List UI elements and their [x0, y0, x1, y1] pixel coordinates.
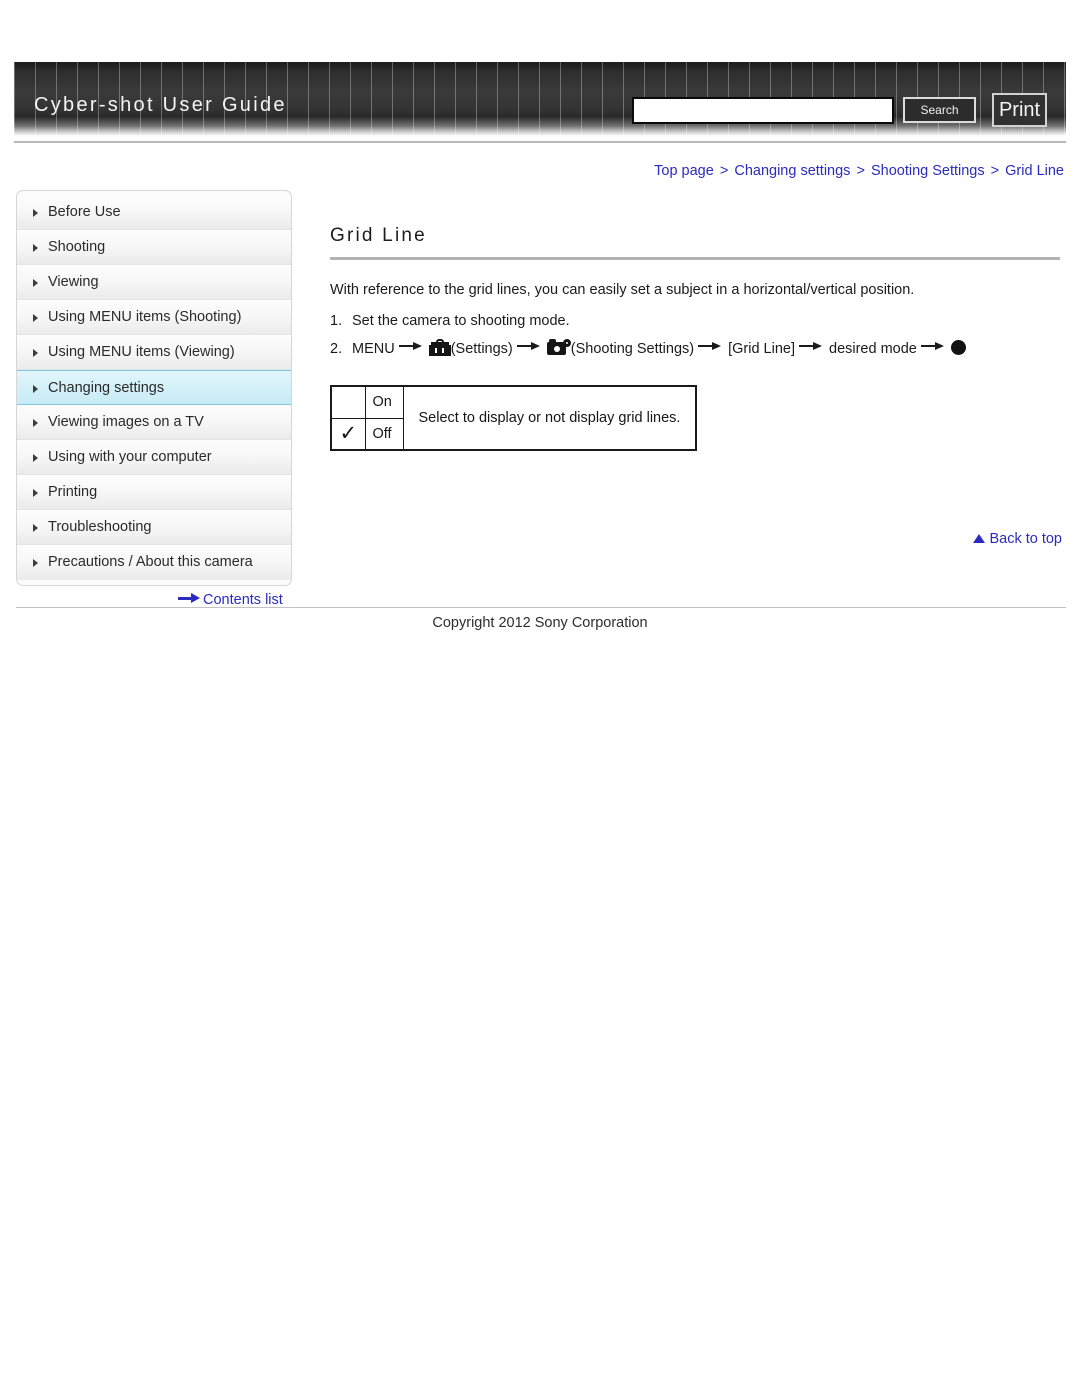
main-content: Grid Line With reference to the grid lin… — [330, 225, 1066, 451]
options-table: On Select to display or not display grid… — [330, 385, 698, 451]
chevron-right-icon — [33, 209, 38, 217]
option-label-off: Off — [364, 417, 404, 451]
chevron-right-icon — [33, 489, 38, 497]
arrow-right-icon — [178, 593, 200, 603]
sidebar-item-label: Using MENU items (Shooting) — [48, 309, 242, 325]
chevron-right-icon — [33, 314, 38, 322]
sidebar-item-shooting[interactable]: Shooting — [17, 230, 291, 265]
sidebar-item-label: Viewing — [48, 274, 99, 290]
sidebar-item-viewing-images-on-a-tv[interactable]: Viewing images on a TV — [17, 405, 291, 440]
step-number: 1. — [330, 313, 343, 329]
breadcrumb-separator: > — [719, 163, 729, 179]
contents-list-link[interactable]: Contents list — [178, 592, 283, 608]
sidebar-item-label: Troubleshooting — [48, 519, 152, 535]
sidebar-item-using-menu-items-viewing[interactable]: Using MENU items (Viewing) — [17, 335, 291, 370]
sidebar-item-label: Using MENU items (Viewing) — [48, 344, 235, 360]
breadcrumb-separator: > — [856, 163, 865, 179]
arrow-right-icon — [920, 341, 947, 351]
shooting-settings-label: (Shooting Settings) — [570, 341, 695, 357]
sidebar-item-changing-settings[interactable]: Changing settings — [17, 370, 291, 405]
arrow-right-icon — [698, 341, 724, 351]
sidebar-item-label: Before Use — [48, 204, 121, 220]
chevron-right-icon — [33, 349, 38, 357]
chevron-right-icon — [33, 385, 38, 393]
black-dot-icon — [950, 340, 966, 355]
contents-list-label: Contents list — [203, 592, 283, 608]
sidebar-item-label: Precautions / About this camera — [48, 554, 253, 570]
grid-line-item-label: [Grid Line] — [728, 341, 795, 357]
table-row: On Select to display or not display grid… — [330, 385, 697, 451]
sidebar-item-using-with-your-computer[interactable]: Using with your computer — [17, 440, 291, 475]
chevron-right-icon — [33, 244, 38, 252]
sidebar-item-printing[interactable]: Printing — [17, 475, 291, 510]
copyright-text: Copyright 2012 Sony Corporation — [432, 615, 648, 631]
sidebar-item-viewing[interactable]: Viewing — [17, 265, 291, 300]
sidebar-item-label: Changing settings — [48, 380, 165, 396]
chevron-right-icon — [33, 279, 38, 287]
sidebar-item-precautions-about-this-camera[interactable]: Precautions / About this camera — [17, 545, 291, 580]
intro-paragraph: With reference to the grid lines, you ca… — [330, 282, 915, 298]
breadcrumb-item-changing-settings[interactable]: Changing settings — [734, 163, 850, 179]
camera-shooting-settings-icon — [546, 338, 571, 356]
step-2: 2. MENU (Settings) (Shooting Settings) [Grid… — [330, 338, 1066, 357]
default-mark-cell — [330, 385, 366, 419]
sidebar-item-label: Printing — [48, 484, 98, 500]
step-number: 2. — [330, 341, 343, 357]
step-text: Set the camera to shooting mode. — [352, 313, 570, 329]
chevron-right-icon — [33, 419, 38, 427]
print-button[interactable]: Print — [992, 93, 1047, 127]
back-to-top-link[interactable]: Back to top — [973, 531, 1062, 547]
sidebar-nav: Before Use Shooting Viewing Using MENU i… — [16, 190, 292, 586]
breadcrumb-item-shooting-settings[interactable]: Shooting Settings — [871, 163, 985, 179]
sidebar-item-troubleshooting[interactable]: Troubleshooting — [17, 510, 291, 545]
settings-label: (Settings) — [450, 341, 513, 357]
breadcrumb-separator: > — [990, 163, 1000, 179]
sidebar-item-before-use[interactable]: Before Use — [17, 195, 291, 230]
sidebar-item-using-menu-items-shooting[interactable]: Using MENU items (Shooting) — [17, 300, 291, 335]
arrow-right-icon — [516, 341, 543, 351]
page-title: Grid Line — [330, 225, 427, 246]
back-to-top-label: Back to top — [989, 531, 1062, 547]
breadcrumb-item-top-page[interactable]: Top page — [654, 163, 714, 179]
site-title: Cyber-shot User Guide — [34, 94, 287, 116]
option-label-on: On — [364, 385, 404, 419]
sidebar-item-label: Shooting — [48, 239, 106, 255]
triangle-up-icon — [973, 534, 986, 543]
option-description: Select to display or not display grid li… — [402, 385, 697, 451]
search-button[interactable]: Search — [903, 97, 976, 123]
sidebar-item-label: Viewing images on a TV — [48, 414, 204, 430]
title-divider — [330, 257, 1060, 260]
chevron-right-icon — [33, 524, 38, 532]
breadcrumb: Top page > Changing settings > Shooting … — [654, 163, 1064, 179]
desired-mode-label: desired mode — [829, 341, 917, 357]
menu-label: MENU — [352, 341, 395, 357]
header-underline — [14, 141, 1066, 143]
check-mark-icon: ✓ — [330, 417, 366, 451]
step-1: 1. Set the camera to shooting mode. — [330, 313, 1066, 329]
footer-divider — [16, 607, 1066, 608]
arrow-right-icon — [398, 341, 425, 351]
sidebar-item-label: Using with your computer — [48, 449, 212, 465]
arrow-right-icon — [799, 341, 825, 351]
breadcrumb-item-grid-line[interactable]: Grid Line — [1005, 163, 1064, 179]
search-input[interactable] — [632, 97, 894, 124]
chevron-right-icon — [33, 454, 38, 462]
toolbox-settings-icon — [428, 339, 451, 356]
chevron-right-icon — [33, 559, 38, 567]
